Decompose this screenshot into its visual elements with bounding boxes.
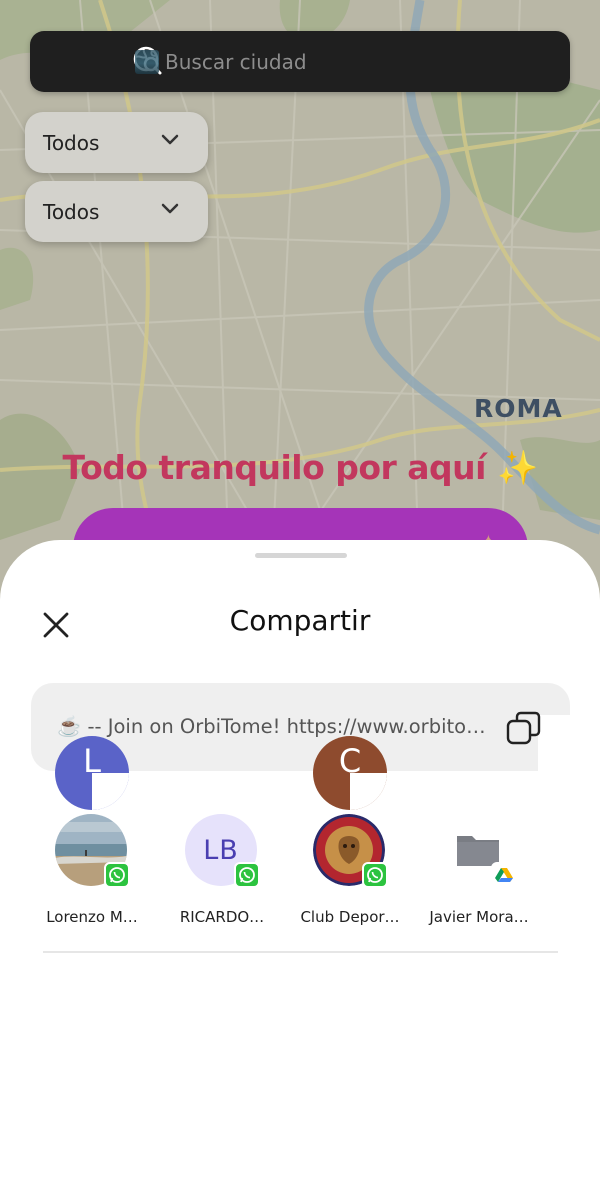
contact-name: Javier Mora… [429,908,529,926]
avatar-initials: LB [203,834,239,866]
copy-icon[interactable] [506,710,542,746]
sheet-drag-handle[interactable] [255,553,347,558]
share-target-javier[interactable]: Javier Mora… [421,814,537,934]
contact-name: Club Depor… [300,908,400,926]
share-sheet: Compartir ☕️ -- Join on OrbiTome! https:… [0,540,600,1199]
share-target-ricardo[interactable]: LB RICARDO… [164,814,280,934]
letter-avatar-letter: C [338,742,362,780]
letter-avatar-letter: L [83,742,101,780]
chevron-down-icon [161,134,179,145]
share-text: ☕️ -- Join on OrbiTome! https://www.orbi… [57,715,487,738]
contact-name: RICARDO… [179,908,265,926]
filter-dropdown-label: Todos [43,199,100,224]
whatsapp-icon [104,862,130,888]
share-target-club[interactable]: Club Depor… [292,814,408,934]
chevron-down-icon [161,203,179,214]
whatsapp-icon [234,862,260,888]
section-divider [43,951,558,953]
search-placeholder[interactable]: Buscar ciudad [165,50,307,74]
filter-dropdown-label: Todos [43,130,100,155]
whatsapp-icon [362,862,388,888]
share-text-content: -- Join on OrbiTome! https://www.orbito… [87,715,486,738]
city-search-bar[interactable]: Buscar ciudad [30,31,570,92]
letter-avatar-l: L [55,736,129,810]
coffee-emoji: ☕️ [57,715,82,738]
filter-dropdown-2[interactable]: Todos [25,181,208,242]
empty-state-title: Todo tranquilo por aquí ✨ [62,448,538,487]
sheet-title: Compartir [229,604,371,637]
google-drive-icon [491,862,517,888]
city-thumbnail [135,50,159,74]
contact-name: Lorenzo M… [46,908,138,926]
share-target-lorenzo[interactable]: Lorenzo M… [34,814,150,934]
filter-dropdown-1[interactable]: Todos [25,112,208,173]
letter-avatar-c: C [313,736,387,810]
map-city-label: ROMA [474,394,563,423]
